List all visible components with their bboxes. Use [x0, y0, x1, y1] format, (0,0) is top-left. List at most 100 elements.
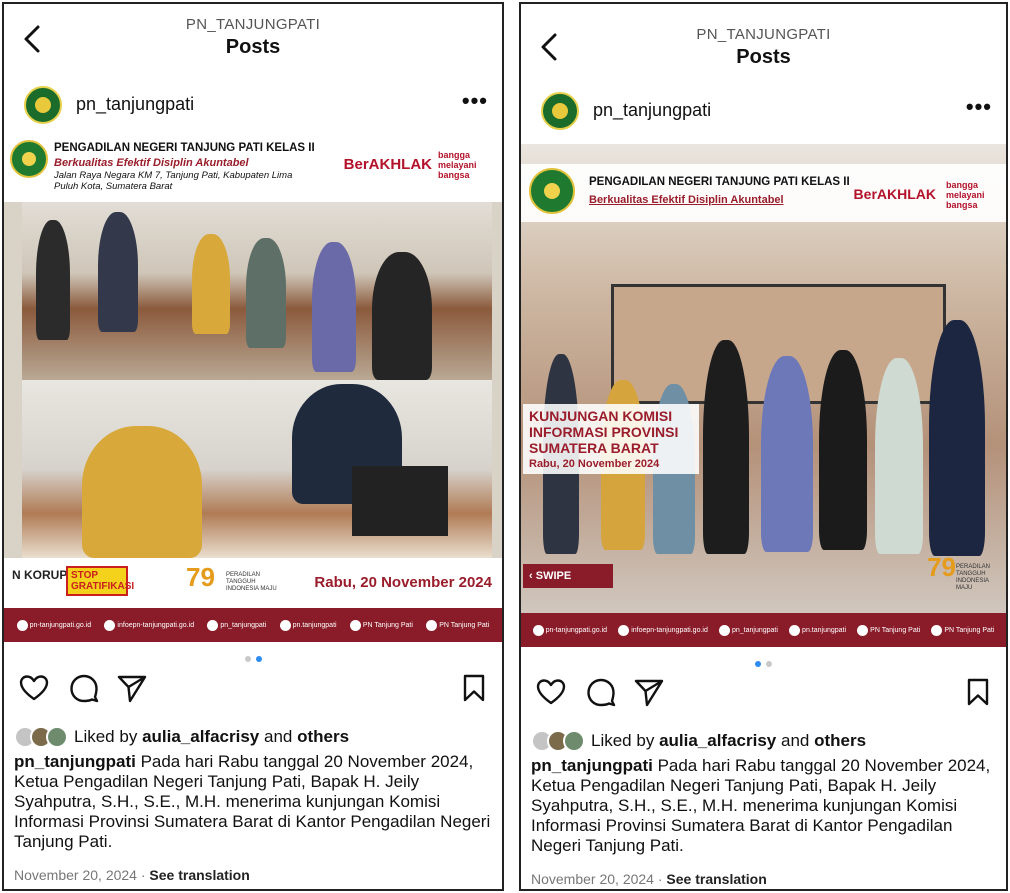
post-panel-right: PN_TANJUNGPATI Posts pn_tanjungpati ••• …: [519, 2, 1008, 891]
bangga-logo: bangga melayani bangsa: [438, 150, 477, 180]
caption-username[interactable]: pn_tanjungpati: [531, 756, 653, 775]
page-title: Posts: [225, 36, 281, 58]
liker-avatars: [14, 726, 68, 748]
post-date-text: November 20, 2024: [14, 867, 137, 883]
post-caption: pn_tanjungpati Pada hari Rabu tanggal 20…: [531, 756, 996, 856]
facebook-icon: [789, 624, 801, 636]
post-image[interactable]: PENGADILAN NEGERI TANJUNG PATI KELAS II …: [521, 144, 1006, 647]
carousel-dot: [766, 661, 772, 667]
carousel-dot: [244, 656, 251, 662]
peradilan-tangguh-text: PERADILAN TANGGUH INDONESIA MAJU: [226, 572, 277, 592]
post-date: November 20, 2024 · See translation: [531, 871, 767, 887]
visit-title-box: KUNJUNGAN KOMISI INFORMASI PROVINSI SUMA…: [523, 404, 699, 474]
send-icon[interactable]: [116, 672, 148, 704]
post-caption: pn_tanjungpati Pada hari Rabu tanggal 20…: [14, 752, 492, 852]
avatar: [563, 730, 585, 752]
liked-by-user[interactable]: aulia_alfacrisy: [142, 727, 259, 747]
facebook-icon: [279, 619, 291, 631]
image-banner-bottom: N KORUPSI STOP GRATIFIKASI 79 PERADILAN …: [4, 558, 502, 608]
comment-icon[interactable]: [68, 672, 100, 704]
footer-website: pn-tanjungpati.go.id: [532, 624, 607, 636]
liked-by-user[interactable]: aulia_alfacrisy: [659, 731, 776, 751]
more-options-button[interactable]: •••: [966, 94, 992, 120]
footer-facebook: pn.tanjungpati: [789, 624, 846, 636]
mail-icon: [104, 619, 116, 631]
liked-by[interactable]: Liked by aulia_alfacrisy and others: [531, 730, 866, 752]
heart-icon[interactable]: [535, 676, 567, 708]
see-translation-link[interactable]: See translation: [666, 871, 766, 887]
date-separator: ·: [657, 871, 663, 887]
image-date: Rabu, 20 November 2024: [529, 458, 660, 470]
berakhlak-logo: BerAKHLAK: [853, 186, 936, 202]
liked-by-others[interactable]: others: [297, 727, 349, 747]
carousel-dot-active: [755, 661, 761, 667]
image-banner-top: PENGADILAN NEGERI TANJUNG PATI KELAS II …: [521, 164, 1006, 222]
send-icon[interactable]: [633, 676, 665, 708]
image-footer-strip: pn-tanjungpati.go.id infoepn-tanjungpati…: [4, 608, 502, 642]
action-bar: [4, 672, 502, 712]
liked-by-prefix: Liked by: [591, 731, 655, 750]
image-footer-strip: pn-tanjungpati.go.id infoepn-tanjungpati…: [521, 613, 1006, 647]
caption-username[interactable]: pn_tanjungpati: [14, 752, 136, 771]
avatar: [46, 726, 68, 748]
header-subtitle: PN_TANJUNGPATI: [185, 16, 321, 33]
avatar[interactable]: [24, 86, 62, 124]
footer-website: pn-tanjungpati.go.id: [16, 619, 91, 631]
carousel-dot-active: [255, 656, 262, 662]
post-panel-left: PN_TANJUNGPATI Posts pn_tanjungpati ••• …: [2, 2, 504, 891]
berakhlak-logo: BerAKHLAK: [343, 156, 432, 173]
stop-gratifikasi-logo: STOP GRATIFIKASI: [66, 566, 134, 596]
action-bar: [521, 676, 1006, 716]
footer-tiktok: PN Tanjung Pati: [931, 624, 994, 636]
image-motto: Berkualitas Efektif Disiplin Akuntabel: [54, 157, 249, 169]
footer-instagram: pn_tanjungpati: [718, 624, 778, 636]
visit-title: KUNJUNGAN KOMISI INFORMASI PROVINSI SUMA…: [529, 408, 679, 456]
more-options-button[interactable]: •••: [462, 88, 488, 114]
post-date-text: November 20, 2024: [531, 871, 654, 887]
footer-youtube: PN Tanjung Pati: [349, 619, 413, 631]
peradilan-tangguh-text: PERADILAN TANGGUH INDONESIA MAJU: [956, 564, 991, 591]
globe-icon: [16, 619, 28, 631]
bangga-logo: bangga melayani bangsa: [946, 180, 985, 210]
footer-tiktok: PN Tanjung Pati: [426, 619, 489, 631]
comment-icon[interactable]: [585, 676, 617, 708]
post-author: pn_tanjungpati •••: [521, 80, 1006, 142]
anniversary-79-logo: 79: [927, 552, 956, 582]
liked-by[interactable]: Liked by aulia_alfacrisy and others: [14, 726, 349, 748]
tiktok-icon: [426, 619, 438, 631]
liked-by-and: and: [264, 727, 293, 746]
carousel-dots: [4, 656, 502, 662]
photo-meeting-room: [22, 202, 492, 380]
footer-instagram: pn_tanjungpati: [207, 619, 266, 631]
court-seal-icon: [10, 140, 48, 178]
bookmark-icon[interactable]: [962, 676, 994, 708]
image-banner-top: PENGADILAN NEGERI TANJUNG PATI KELAS II …: [4, 134, 502, 202]
post-image[interactable]: PENGADILAN NEGERI TANJUNG PATI KELAS II …: [4, 134, 502, 642]
anniversary-79-logo: 79: [186, 562, 215, 592]
court-seal-icon: [529, 168, 575, 214]
bookmark-icon[interactable]: [458, 672, 490, 704]
liker-avatars: [531, 730, 585, 752]
image-address: Jalan Raya Negara KM 7, Tanjung Pati, Ka…: [54, 170, 293, 192]
header: PN_TANJUNGPATI Posts: [521, 4, 1006, 74]
post-date: November 20, 2024 · See translation: [14, 867, 250, 883]
header-subtitle: PN_TANJUNGPATI: [696, 26, 831, 43]
youtube-icon: [349, 619, 361, 631]
youtube-icon: [857, 624, 869, 636]
header: PN_TANJUNGPATI Posts: [4, 4, 502, 74]
instagram-icon: [207, 619, 219, 631]
mail-icon: [618, 624, 630, 636]
liked-by-others[interactable]: others: [814, 731, 866, 751]
globe-icon: [532, 624, 544, 636]
avatar[interactable]: [541, 92, 579, 130]
footer-email: infoepn-tanjungpati.go.id: [104, 619, 194, 631]
image-date: Rabu, 20 November 2024: [314, 574, 492, 591]
liked-by-and: and: [781, 731, 810, 750]
image-motto: Berkualitas Efektif Disiplin Akuntabel: [589, 194, 784, 206]
carousel-dots: [521, 661, 1006, 667]
username-link[interactable]: pn_tanjungpati: [593, 100, 711, 121]
liked-by-prefix: Liked by: [74, 727, 138, 746]
username-link[interactable]: pn_tanjungpati: [76, 94, 194, 115]
see-translation-link[interactable]: See translation: [149, 867, 249, 883]
heart-icon[interactable]: [18, 672, 50, 704]
